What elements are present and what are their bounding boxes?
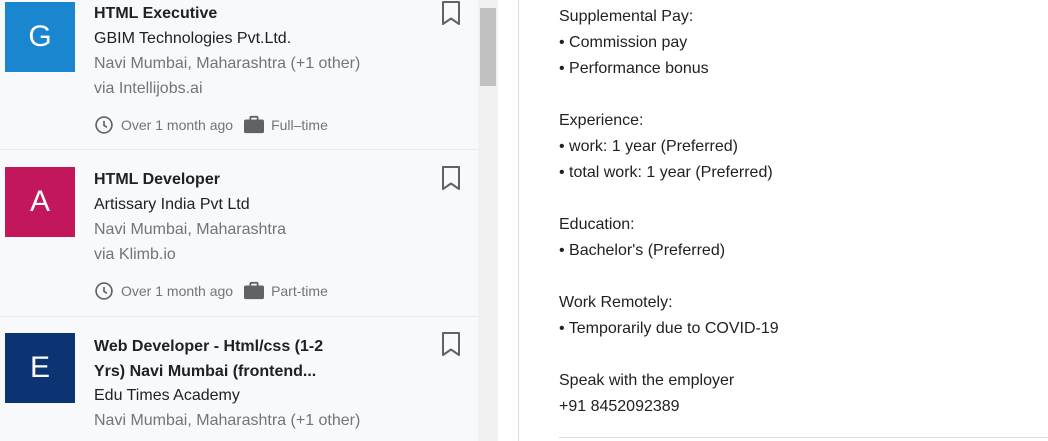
job-title-line: Web Developer - Html/css (1-2 [94,338,324,355]
job-location: Navi Mumbai, Maharashtra (+1 other) [94,55,361,72]
job-card[interactable]: E Web Developer - Html/css (1-2 Yrs) Nav… [0,317,478,441]
bookmark-icon[interactable] [440,165,462,191]
job-meta: Over 1 month ago Part-time [94,279,328,303]
experience-item: • total work: 1 year (Preferred) [559,164,773,181]
company-logo-letter: E [29,351,50,384]
company-logo: A [5,167,75,237]
job-title[interactable]: Web Developer - Html/css (1-2 Yrs) Navi … [94,334,354,384]
briefcase-icon [244,281,265,300]
employer-contact-heading: Speak with the employer [559,372,735,389]
briefcase-icon [244,115,265,134]
clock-icon [95,282,113,300]
company-logo: E [5,333,75,403]
experience-heading: Experience: [559,112,644,129]
company-logo-letter: A [29,185,50,218]
job-title[interactable]: HTML Developer [94,167,354,192]
job-company: GBIM Technologies Pvt.Ltd. [94,30,292,47]
bookmark-icon[interactable] [440,331,462,357]
employer-phone[interactable]: +91 8452092389 [559,394,779,420]
work-remotely-item: • Temporarily due to COVID-19 [559,320,779,337]
job-card[interactable]: A HTML Developer Artissary India Pvt Ltd… [0,150,478,317]
job-detail-panel: Supplemental Pay: • Commission pay • Per… [559,4,779,420]
supplemental-pay-item: • Performance bonus [559,60,709,77]
job-type: Part-time [271,283,328,299]
company-logo-letter: G [28,20,52,53]
bookmark-icon[interactable] [440,0,462,26]
job-company: Edu Times Academy [94,387,240,404]
job-posted: Over 1 month ago [121,117,234,133]
job-list: G HTML Executive GBIM Technologies Pvt.L… [0,0,478,441]
detail-divider [559,437,1048,438]
job-source: via Intellijobs.ai [94,80,203,97]
panel-divider [518,0,519,441]
company-logo: G [5,2,75,72]
scrollbar-thumb[interactable] [480,8,496,86]
experience-item: • work: 1 year (Preferred) [559,138,738,155]
job-source: via Klimb.io [94,246,176,263]
job-type: Full–time [271,117,328,133]
job-posted: Over 1 month ago [121,283,234,299]
education-item: • Bachelor's (Preferred) [559,242,726,259]
job-meta: Over 1 month ago Full–time [94,113,328,137]
job-location: Navi Mumbai, Maharashtra [94,221,287,238]
job-card[interactable]: G HTML Executive GBIM Technologies Pvt.L… [0,0,478,150]
job-list-scrollbar[interactable] [478,0,498,441]
work-remotely-heading: Work Remotely: [559,294,673,311]
job-title-line: Yrs) Navi Mumbai (frontend... [94,363,317,380]
supplemental-pay-heading: Supplemental Pay: [559,8,694,25]
clock-icon [95,116,113,134]
supplemental-pay-item: • Commission pay [559,34,688,51]
job-location: Navi Mumbai, Maharashtra (+1 other) [94,412,361,429]
job-title[interactable]: HTML Executive [94,1,354,26]
job-company: Artissary India Pvt Ltd [94,196,250,213]
education-heading: Education: [559,216,635,233]
